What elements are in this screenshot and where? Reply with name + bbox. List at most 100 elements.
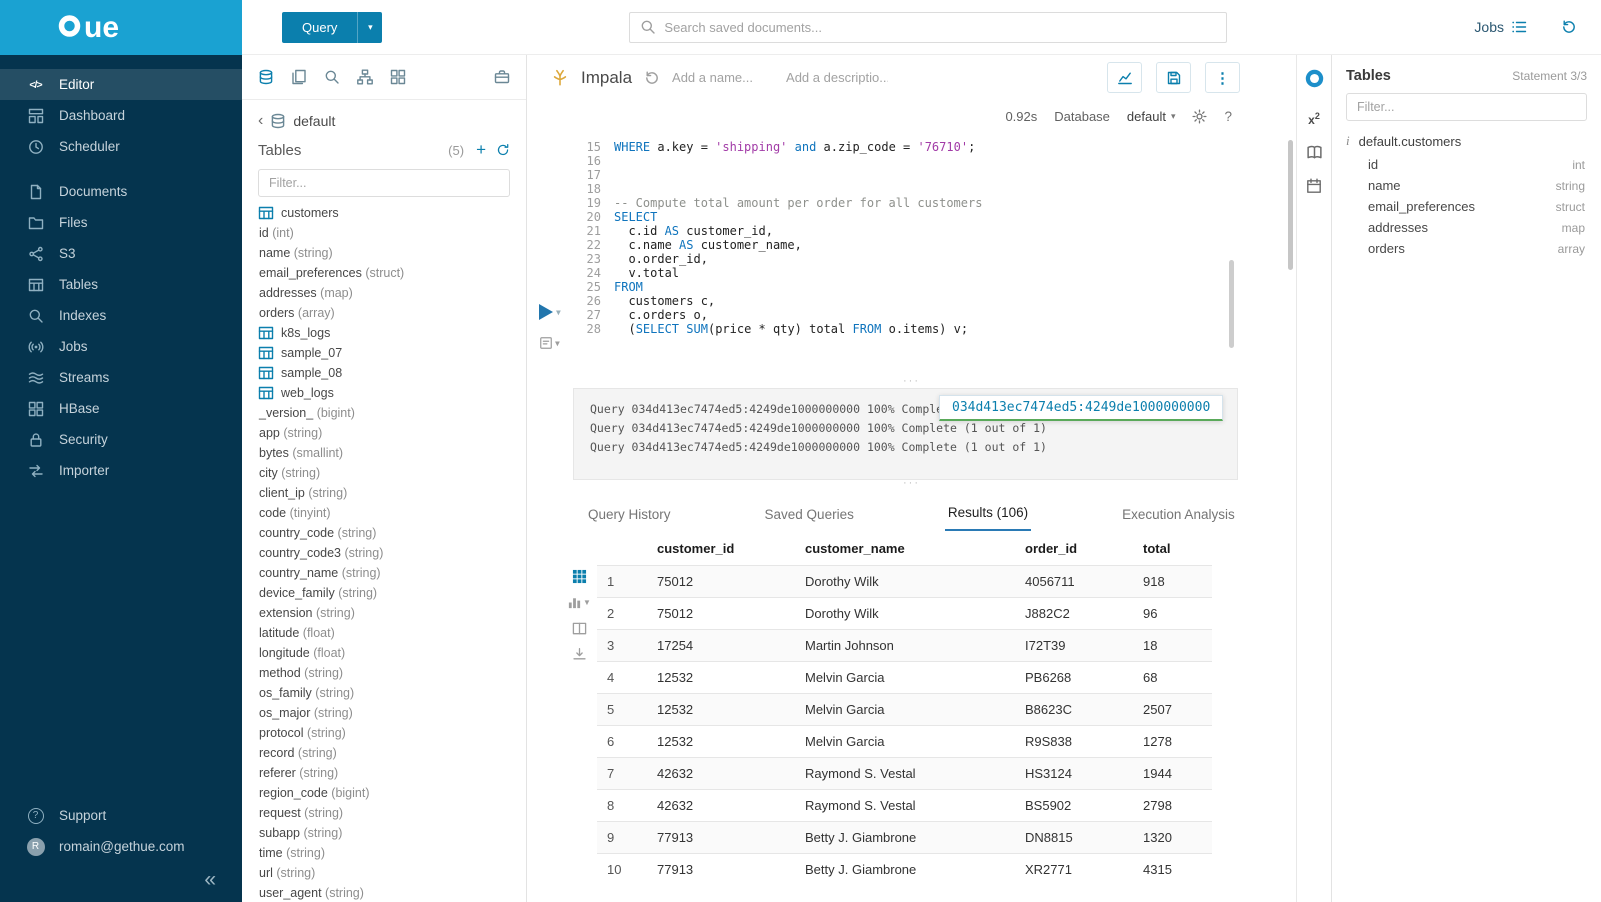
tree-column-orders[interactable]: orders (array) [258,303,510,323]
search-icon[interactable] [324,69,340,85]
column-header-customer_id[interactable]: customer_id [647,531,795,566]
code-line-27[interactable]: 27 c.orders o, [575,308,1296,322]
tree-column-user_agent[interactable]: user_agent (string) [258,883,510,902]
code-line-22[interactable]: 22 c.name AS customer_name, [575,238,1296,252]
column-header-customer_name[interactable]: customer_name [795,531,1015,566]
right-assist-column-id[interactable]: idint [1346,154,1587,175]
code-line-25[interactable]: 25FROM [575,280,1296,294]
sidebar-item-streams[interactable]: Streams [0,362,242,393]
collapse-sidebar-button[interactable]: « [204,868,216,891]
query-dropdown-caret[interactable]: ▾ [357,12,382,43]
user-menu[interactable]: R romain@gethue.com [0,831,242,862]
tree-table-web_logs[interactable]: web_logs [258,383,510,403]
sidebar-item-documents[interactable]: Documents [0,176,242,207]
tree-column-name[interactable]: name (string) [258,243,510,263]
code-line-28[interactable]: 28 (SELECT SUM(price * qty) total FROM o… [575,322,1296,336]
tree-column-bytes[interactable]: bytes (smallint) [258,443,510,463]
sidebar-item-hbase[interactable]: HBase [0,393,242,424]
new-query-button[interactable]: Query ▾ [282,12,382,43]
grid-view-icon[interactable] [572,569,587,584]
sidebar-item-s3[interactable]: S3 [0,238,242,269]
right-assist-column-name[interactable]: namestring [1346,175,1587,196]
history-icon[interactable] [1561,19,1577,35]
right-assist-column-addresses[interactable]: addressesmap [1346,217,1587,238]
code-line-16[interactable]: 16 [575,154,1296,168]
tree-column-url[interactable]: url (string) [258,863,510,883]
result-row-2[interactable]: 275012Dorothy WilkJ882C296 [597,598,1212,630]
briefcase-icon[interactable] [494,69,510,85]
code-line-15[interactable]: 15WHERE a.key = 'shipping' and a.zip_cod… [575,140,1296,154]
sidebar-item-tables[interactable]: Tables [0,269,242,300]
sitemap-icon[interactable] [357,69,373,85]
tree-column-extension[interactable]: extension (string) [258,603,510,623]
breadcrumb-database[interactable]: default [293,113,335,129]
result-row-1[interactable]: 175012Dorothy Wilk4056711918 [597,566,1212,598]
tree-table-k8s_logs[interactable]: k8s_logs [258,323,510,343]
tree-table-sample_08[interactable]: sample_08 [258,363,510,383]
tree-column-method[interactable]: method (string) [258,663,510,683]
columns-view-icon[interactable] [572,621,587,636]
global-search[interactable] [629,12,1227,43]
sidebar-item-jobs[interactable]: Jobs [0,331,242,362]
chart-view-icon[interactable]: ▼ [567,595,591,610]
code-line-26[interactable]: 26 customers c, [575,294,1296,308]
tree-column-latitude[interactable]: latitude (float) [258,623,510,643]
tree-column-protocol[interactable]: protocol (string) [258,723,510,743]
right-assist-column-orders[interactable]: ordersarray [1346,238,1587,259]
apps-icon[interactable] [390,69,406,85]
support-link[interactable]: ? Support [0,800,242,831]
hue-logo[interactable]: ue [0,0,242,55]
sidebar-item-dashboard[interactable]: Dashboard [0,100,242,131]
result-row-4[interactable]: 412532Melvin GarciaPB626868 [597,662,1212,694]
tree-column-app[interactable]: app (string) [258,423,510,443]
tree-column-addresses[interactable]: addresses (map) [258,283,510,303]
tree-column-code[interactable]: code (tinyint) [258,503,510,523]
tab-saved-queries[interactable]: Saved Queries [762,507,857,531]
tree-column-device_family[interactable]: device_family (string) [258,583,510,603]
tables-filter-input[interactable] [258,169,510,197]
tree-column-request[interactable]: request (string) [258,803,510,823]
code-line-17[interactable]: 17 [575,168,1296,182]
code-line-18[interactable]: 18 [575,182,1296,196]
sidebar-item-files[interactable]: Files [0,207,242,238]
download-icon[interactable] [572,647,587,662]
code-line-23[interactable]: 23 o.order_id, [575,252,1296,266]
database-selector[interactable]: default ▾ [1127,109,1176,124]
code-line-24[interactable]: 24 v.total [575,266,1296,280]
tree-column-_version_[interactable]: _version_ (bigint) [258,403,510,423]
chevron-left-icon[interactable]: ‹ [258,113,263,129]
functions-icon[interactable]: x2 [1308,111,1320,127]
sidebar-item-security[interactable]: Security [0,424,242,455]
tree-column-subapp[interactable]: subapp (string) [258,823,510,843]
code-line-19[interactable]: 19-- Compute total amount per order for … [575,196,1296,210]
resize-handle-top[interactable]: ··· [527,378,1296,387]
query-more-actions-button[interactable]: ⋮ [1205,62,1240,93]
resize-handle-bottom[interactable]: ··· [527,480,1296,489]
tree-column-id[interactable]: id (int) [258,223,510,243]
sidebar-item-scheduler[interactable]: Scheduler [0,131,242,162]
code-line-21[interactable]: 21 c.id AS customer_id, [575,224,1296,238]
tree-column-country_name[interactable]: country_name (string) [258,563,510,583]
tree-column-referer[interactable]: referer (string) [258,763,510,783]
active-table[interactable]: i default.customers [1346,133,1587,149]
code-line-20[interactable]: 20SELECT [575,210,1296,224]
databases-icon[interactable] [258,69,274,85]
result-row-6[interactable]: 612532Melvin GarciaR9S8381278 [597,726,1212,758]
tab-execution-analysis[interactable]: Execution Analysis [1119,507,1238,531]
result-row-9[interactable]: 977913Betty J. GiambroneDN88151320 [597,822,1212,854]
tree-column-record[interactable]: record (string) [258,743,510,763]
tree-column-client_ip[interactable]: client_ip (string) [258,483,510,503]
tab-query-history[interactable]: Query History [585,507,674,531]
result-row-7[interactable]: 742632Raymond S. VestalHS31241944 [597,758,1212,790]
documents-copy-icon[interactable] [291,69,307,85]
tree-column-os_major[interactable]: os_major (string) [258,703,510,723]
search-input[interactable] [664,20,1216,35]
sidebar-item-editor[interactable]: </>Editor [0,69,242,100]
code-editor[interactable]: 15WHERE a.key = 'shipping' and a.zip_cod… [527,132,1296,378]
jobs-link[interactable]: Jobs [1474,19,1527,35]
tree-column-country_code3[interactable]: country_code3 (string) [258,543,510,563]
add-table-button[interactable]: + [476,140,486,160]
save-query-button[interactable] [1156,62,1191,93]
chart-settings-button[interactable] [1107,62,1142,93]
assistant-icon[interactable] [1304,68,1325,94]
